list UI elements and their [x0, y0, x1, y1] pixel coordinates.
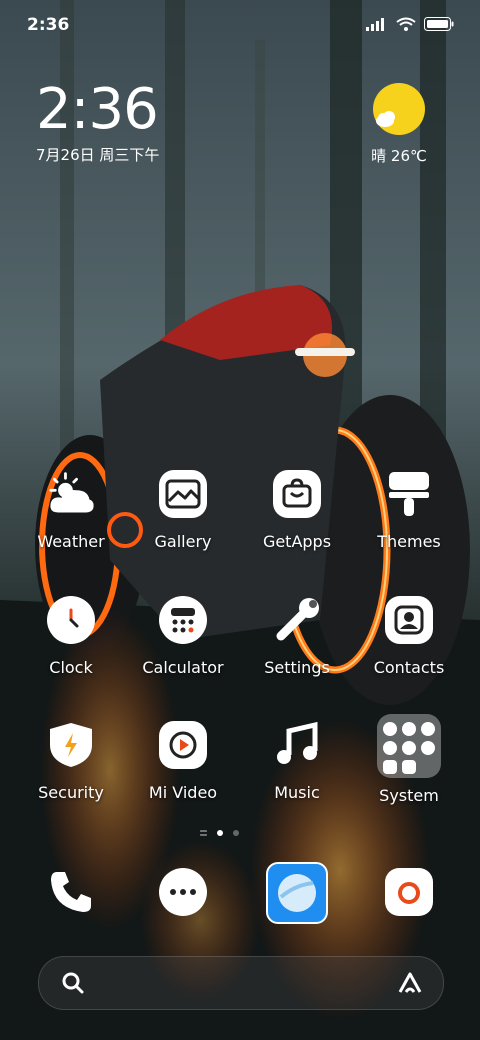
message-icon: [159, 868, 207, 916]
app-contacts[interactable]: Contacts: [354, 596, 464, 677]
folder-system[interactable]: System: [354, 714, 464, 805]
app-themes[interactable]: Themes: [354, 470, 464, 551]
app-weather[interactable]: Weather: [16, 470, 126, 551]
battery-icon: [424, 16, 454, 35]
page-list-icon[interactable]: [200, 830, 207, 836]
search-icon[interactable]: [61, 971, 85, 999]
app-label: Calculator: [142, 658, 224, 677]
gallery-icon: [159, 470, 207, 518]
app-label: Mi Video: [148, 783, 218, 802]
status-bar: 2:36: [0, 0, 480, 50]
app-settings[interactable]: Settings: [242, 596, 352, 677]
app-getapps[interactable]: GetApps: [242, 470, 352, 551]
page-dot-current[interactable]: [217, 830, 223, 836]
app-label: System: [379, 786, 439, 805]
app-security[interactable]: Security: [16, 721, 126, 802]
music-icon: [273, 721, 321, 769]
search-bar[interactable]: [38, 956, 444, 1010]
security-icon: [47, 721, 95, 769]
contacts-icon: [385, 596, 433, 644]
weather-widget[interactable]: 晴 26℃: [354, 83, 444, 166]
app-gallery[interactable]: Gallery: [128, 470, 238, 551]
settings-icon: [273, 596, 321, 644]
assistant-icon[interactable]: [397, 971, 423, 999]
app-calculator[interactable]: Calculator: [128, 596, 238, 677]
themes-icon: [385, 470, 433, 518]
app-label: Weather: [37, 532, 105, 551]
sunny-icon: [373, 83, 425, 135]
phone-icon: [47, 868, 95, 916]
app-label: Music: [274, 783, 320, 802]
clock-icon: [47, 596, 95, 644]
dock-camera[interactable]: [354, 868, 464, 916]
video-icon: [159, 721, 207, 769]
wifi-icon: [396, 16, 416, 35]
dock-phone[interactable]: [16, 868, 126, 916]
clock-time: 2:36: [36, 77, 159, 142]
app-music[interactable]: Music: [242, 721, 352, 802]
signal-icon: [366, 16, 388, 35]
weather-icon: [47, 470, 95, 518]
app-label: Security: [38, 783, 104, 802]
browser-icon: [266, 862, 328, 924]
clock-date: 7月26日 周三下午: [36, 146, 160, 164]
clock-widget[interactable]: 2:36 7月26日 周三下午: [36, 80, 159, 165]
dock-browser[interactable]: [242, 862, 352, 924]
page-indicator[interactable]: [200, 830, 239, 836]
app-label: GetApps: [262, 532, 332, 551]
calculator-icon: [159, 596, 207, 644]
weather-temp: 晴 26℃: [371, 147, 427, 165]
app-label: Contacts: [373, 658, 445, 677]
app-label: Settings: [264, 658, 330, 677]
app-clock[interactable]: Clock: [16, 596, 126, 677]
app-label: Themes: [377, 532, 441, 551]
dock-messaging[interactable]: [128, 868, 238, 916]
status-time: 2:36: [27, 15, 70, 35]
app-label: Gallery: [154, 532, 212, 551]
page-dot[interactable]: [233, 830, 239, 836]
camera-icon: [385, 868, 433, 916]
getapps-icon: [273, 470, 321, 518]
app-mi-video[interactable]: Mi Video: [128, 721, 238, 802]
folder-icon: [377, 714, 441, 778]
app-label: Clock: [49, 658, 93, 677]
